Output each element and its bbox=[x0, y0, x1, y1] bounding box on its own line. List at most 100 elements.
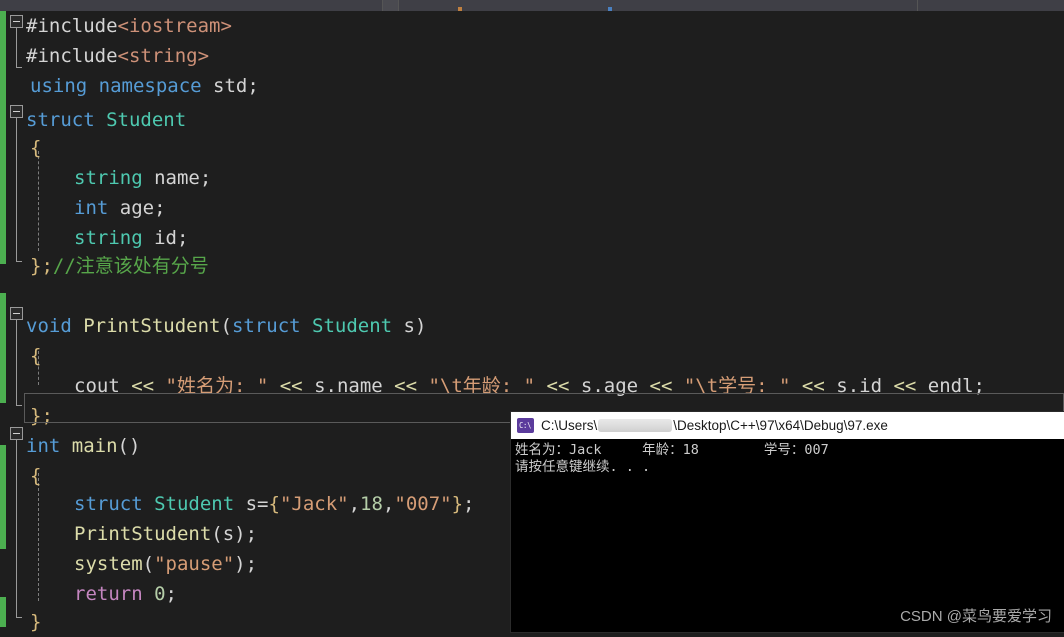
code-line-14[interactable]: }; bbox=[30, 401, 53, 431]
console-output-area[interactable]: 姓名为：Jack 年龄：18 学号：007 请按任意键继续. . . bbox=[511, 439, 1064, 476]
token-open-brace: { bbox=[30, 345, 42, 367]
token-include-header: <string> bbox=[117, 45, 210, 67]
token-string-type: string bbox=[74, 227, 143, 249]
fold-foot-main bbox=[16, 617, 22, 618]
token-stream-op: << bbox=[535, 375, 581, 397]
fold-foot-struct bbox=[16, 261, 22, 262]
token-parens: () bbox=[117, 435, 141, 457]
token-comma: , bbox=[348, 493, 361, 515]
fold-connector-printstudent bbox=[16, 320, 17, 405]
token-struct-keyword: struct bbox=[231, 315, 301, 337]
token-int-type: int bbox=[74, 197, 109, 219]
token-string-type: string bbox=[74, 167, 143, 189]
code-line-17[interactable]: struct Student s={"Jack",18,"007"}; bbox=[74, 489, 474, 519]
code-line-21[interactable]: } bbox=[30, 607, 41, 637]
token-printstudent-fnname: PrintStudent bbox=[71, 315, 221, 337]
indent-guide-struct bbox=[38, 151, 39, 251]
token-string-age-label: "\t年龄: " bbox=[428, 375, 536, 397]
token-struct-keyword: struct bbox=[74, 493, 143, 515]
token-string-007: "007" bbox=[394, 493, 452, 515]
token-open-paren: ( bbox=[142, 553, 155, 575]
code-line-5[interactable]: { bbox=[30, 133, 41, 163]
change-indicator-bar-4 bbox=[0, 597, 6, 627]
token-include-keyword: #include bbox=[26, 45, 118, 67]
token-open-brace: { bbox=[30, 137, 42, 159]
token-param-s: s bbox=[392, 315, 415, 337]
token-string-name-label: "姓名为: " bbox=[165, 375, 269, 397]
token-close-paren: ) bbox=[414, 315, 427, 337]
token-close-brace-semi: }; bbox=[30, 405, 53, 427]
token-comma: , bbox=[382, 493, 395, 515]
console-title-text: C:\Users\ \Desktop\C++\97\x64\Debug\97.ex… bbox=[541, 418, 888, 433]
token-stream-op: << bbox=[882, 375, 928, 397]
console-app-icon: C:\ bbox=[517, 418, 534, 433]
token-void-keyword: void bbox=[26, 315, 72, 337]
code-line-13[interactable]: cout << "姓名为: " << s.name << "\t年龄: " <<… bbox=[74, 371, 985, 401]
change-indicator-bar-1 bbox=[0, 11, 6, 264]
token-string-pause: "pause" bbox=[154, 553, 235, 575]
token-student-typename: Student bbox=[106, 109, 187, 131]
token-comment-semicolon-note: //注意该处有分号 bbox=[52, 255, 209, 277]
token-open-brace: { bbox=[30, 465, 42, 487]
token-name-member: name; bbox=[142, 167, 212, 189]
token-number-18: 18 bbox=[360, 493, 383, 515]
token-init-open-brace: { bbox=[268, 493, 280, 515]
code-line-18[interactable]: PrintStudent(s); bbox=[74, 519, 257, 549]
nav-cell-project[interactable] bbox=[0, 0, 383, 11]
token-age-member: age; bbox=[108, 197, 166, 219]
fold-connector-struct bbox=[16, 118, 17, 261]
fold-connector-main bbox=[16, 440, 17, 617]
code-line-9[interactable]: };//注意该处有分号 bbox=[30, 251, 209, 281]
code-line-12[interactable]: { bbox=[30, 341, 41, 371]
token-s-age: s.age bbox=[580, 375, 639, 397]
fold-toggle-printstudent[interactable] bbox=[10, 307, 23, 320]
console-output-line-1: 姓名为：Jack 年龄：18 学号：007 bbox=[515, 442, 829, 458]
token-semicolon: ; bbox=[463, 493, 475, 515]
token-number-0: 0 bbox=[142, 583, 166, 605]
code-line-2[interactable]: #include<string> bbox=[26, 41, 209, 71]
fold-toggle-main[interactable] bbox=[10, 427, 23, 440]
token-include-keyword: #include bbox=[26, 15, 118, 37]
editor-navigation-bar[interactable] bbox=[0, 0, 1064, 11]
token-include-header: <iostream> bbox=[117, 15, 232, 37]
token-namespace: namespace bbox=[98, 75, 202, 97]
code-line-19[interactable]: system("pause"); bbox=[74, 549, 257, 579]
fold-foot-includes bbox=[16, 67, 22, 68]
token-stream-op: << bbox=[119, 375, 166, 397]
token-close-brace: } bbox=[30, 611, 42, 633]
code-line-4[interactable]: struct Student bbox=[26, 105, 186, 135]
fold-toggle-struct[interactable] bbox=[10, 105, 23, 118]
code-line-6[interactable]: string name; bbox=[74, 163, 211, 193]
token-semicolon: ; bbox=[165, 583, 177, 605]
console-title-bar[interactable]: C:\ C:\Users\ \Desktop\C++\97\x64\Debug\9… bbox=[511, 412, 1064, 439]
code-line-1[interactable]: #include<iostream> bbox=[26, 11, 232, 41]
console-output-line-2: 请按任意键继续. . . bbox=[515, 459, 651, 475]
nav-cell-member[interactable] bbox=[918, 0, 1064, 11]
console-icon-glyph: C:\ bbox=[519, 420, 532, 430]
code-line-20[interactable]: return 0; bbox=[74, 579, 177, 609]
code-line-16[interactable]: { bbox=[30, 461, 41, 491]
token-main-fnname: main bbox=[60, 435, 118, 457]
code-line-7[interactable]: int age; bbox=[74, 193, 166, 223]
token-call-args: (s); bbox=[211, 523, 258, 545]
code-line-11[interactable]: void PrintStudent(struct Student s) bbox=[26, 311, 426, 341]
token-system-call: system bbox=[74, 553, 143, 575]
code-line-3[interactable]: using namespace std; bbox=[30, 71, 259, 101]
code-line-15[interactable]: int main() bbox=[26, 431, 140, 461]
console-title-prefix: C:\Users\ bbox=[541, 418, 598, 433]
token-stream-op: << bbox=[382, 375, 429, 397]
token-student-typename: Student bbox=[142, 493, 235, 515]
token-s-name: s.name bbox=[314, 375, 383, 397]
console-window[interactable]: C:\ C:\Users\ \Desktop\C++\97\x64\Debug\9… bbox=[511, 412, 1064, 632]
token-stream-op: << bbox=[268, 375, 315, 397]
token-std: std; bbox=[201, 75, 259, 97]
code-line-8[interactable]: string id; bbox=[74, 223, 188, 253]
nav-cell-divider bbox=[383, 0, 399, 11]
watermark-text: CSDN @菜鸟要爱学习 bbox=[900, 608, 1052, 625]
nav-cell-class[interactable] bbox=[399, 0, 918, 11]
token-printstudent-call: PrintStudent bbox=[74, 523, 212, 545]
fold-toggle-includes[interactable] bbox=[10, 15, 23, 28]
token-close-paren: ) bbox=[234, 553, 246, 575]
fold-connector-includes bbox=[16, 28, 17, 67]
change-indicator-bar-3 bbox=[0, 445, 6, 549]
